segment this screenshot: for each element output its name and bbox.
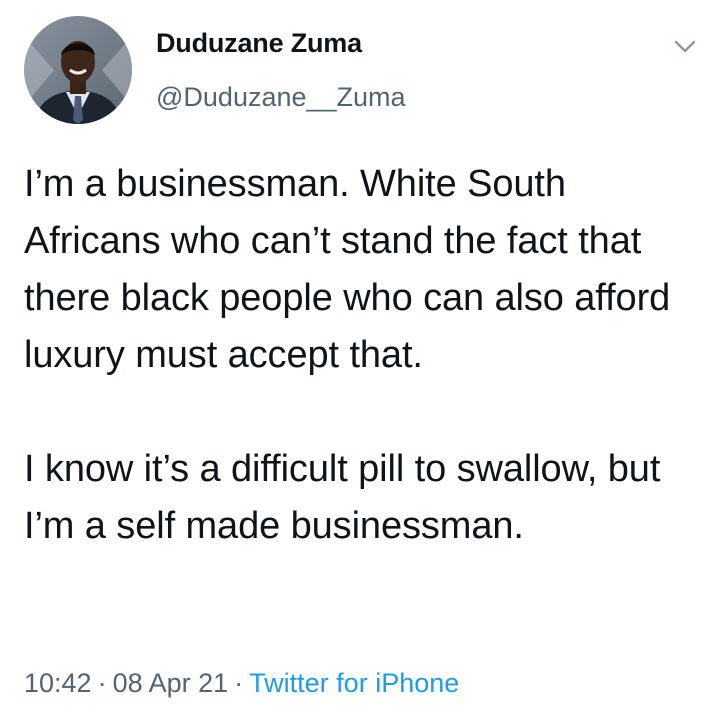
author-handle[interactable]: @Duduzane__Zuma: [156, 82, 406, 113]
tweet-meta: 10:42 · 08 Apr 21 · Twitter for iPhone: [24, 668, 459, 699]
tweet-card: Duduzane Zuma @Duduzane__Zuma I’m a busi…: [0, 0, 720, 725]
author-display-name[interactable]: Duduzane Zuma: [156, 28, 362, 59]
chevron-down-icon[interactable]: [668, 30, 702, 64]
tweet-source-link[interactable]: Twitter for iPhone: [249, 668, 459, 698]
tweet-time[interactable]: 10:42: [24, 668, 92, 698]
tweet-text: I’m a businessman. White South Africans …: [24, 163, 671, 547]
meta-separator: ·: [234, 668, 244, 698]
avatar[interactable]: [24, 16, 132, 124]
avatar-photo: [24, 16, 132, 124]
meta-separator: ·: [97, 668, 107, 698]
tweet-date[interactable]: 08 Apr 21: [113, 668, 229, 698]
